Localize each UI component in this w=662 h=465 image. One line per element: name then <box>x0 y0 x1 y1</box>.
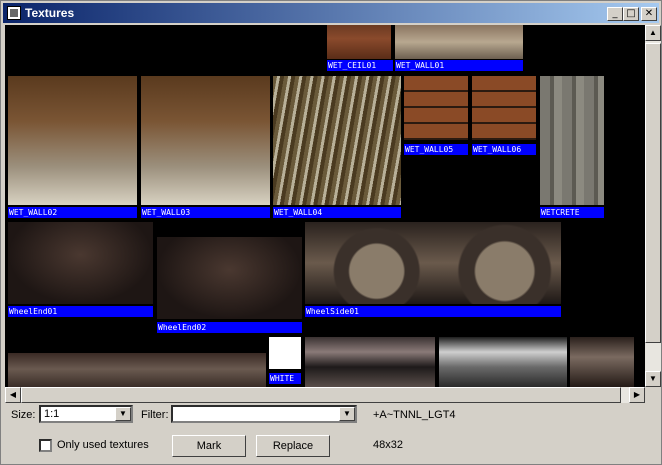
window-title: Textures <box>25 6 75 20</box>
filter-label: Filter: <box>141 409 169 421</box>
texture-tile[interactable] <box>404 76 468 140</box>
texture-tile-partial[interactable] <box>305 337 435 387</box>
horizontal-scrollbar[interactable]: ◀ ▶ <box>5 387 645 403</box>
only-used-textures-checkbox[interactable] <box>39 439 52 452</box>
texture-label: WheelEnd02 <box>157 322 302 333</box>
close-button[interactable]: ✕ <box>641 7 657 21</box>
texture-tile[interactable] <box>305 222 561 304</box>
texture-label: WET_WALL05 <box>404 144 468 155</box>
vertical-scrollbar[interactable]: ▲ ▼ <box>645 25 661 387</box>
selected-texture-name: +A~TNNL_LGT4 <box>373 409 456 421</box>
filter-dropdown-arrow-icon[interactable]: ▼ <box>339 407 355 421</box>
horizontal-scroll-thumb[interactable] <box>21 387 621 403</box>
mark-button[interactable]: Mark <box>172 435 246 457</box>
textures-window: Textures _ □ ✕ WET_CEIL01 WET_WALL01 WET… <box>0 0 662 465</box>
replace-button[interactable]: Replace <box>256 435 330 457</box>
size-select[interactable]: 1:1 ▼ <box>39 405 133 423</box>
texture-tile[interactable] <box>157 237 302 319</box>
texture-tile[interactable] <box>327 25 391 59</box>
title-bar[interactable]: Textures _ □ ✕ <box>3 3 659 23</box>
texture-label: WheelEnd01 <box>8 306 153 317</box>
minimize-button[interactable]: _ <box>607 7 623 21</box>
texture-label: WET_CEIL01 <box>327 60 393 71</box>
texture-tile[interactable] <box>8 76 137 205</box>
texture-label: WET_WALL02 <box>8 207 137 218</box>
texture-label: WheelSide01 <box>305 306 561 317</box>
only-used-textures-label[interactable]: Only used textures <box>57 439 149 451</box>
texture-tile-partial[interactable] <box>570 337 634 387</box>
scroll-down-arrow-icon[interactable]: ▼ <box>645 371 661 387</box>
maximize-button[interactable]: □ <box>623 7 639 21</box>
texture-label: WHITE <box>269 373 301 384</box>
texture-tile[interactable] <box>8 222 153 304</box>
size-value: 1:1 <box>44 408 60 420</box>
texture-tile[interactable] <box>472 76 536 140</box>
scroll-left-arrow-icon[interactable]: ◀ <box>5 387 21 403</box>
size-dropdown-arrow-icon[interactable]: ▼ <box>115 407 131 421</box>
texture-tile[interactable] <box>141 76 270 205</box>
texture-label: WET_WALL01 <box>395 60 523 71</box>
texture-tile[interactable] <box>395 25 523 59</box>
texture-grid[interactable]: WET_CEIL01 WET_WALL01 WET_WALL02 WET_WAL… <box>5 25 645 387</box>
scroll-up-arrow-icon[interactable]: ▲ <box>645 25 661 41</box>
vertical-scroll-thumb[interactable] <box>645 43 661 343</box>
window-icon <box>7 6 21 20</box>
texture-tile[interactable] <box>273 76 401 205</box>
texture-tile-partial[interactable] <box>8 353 266 387</box>
texture-label: WET_WALL06 <box>472 144 536 155</box>
filter-combobox[interactable]: ▼ <box>171 405 357 423</box>
texture-label: WET_WALL04 <box>273 207 401 218</box>
texture-tile[interactable] <box>269 337 301 369</box>
size-label: Size: <box>11 409 36 421</box>
texture-dimensions: 48x32 <box>373 439 403 451</box>
texture-tile-partial[interactable] <box>439 337 567 387</box>
texture-label: WETCRETE <box>540 207 604 218</box>
scroll-right-arrow-icon[interactable]: ▶ <box>629 387 645 403</box>
texture-tile[interactable] <box>540 76 604 205</box>
texture-label: WET_WALL03 <box>141 207 270 218</box>
